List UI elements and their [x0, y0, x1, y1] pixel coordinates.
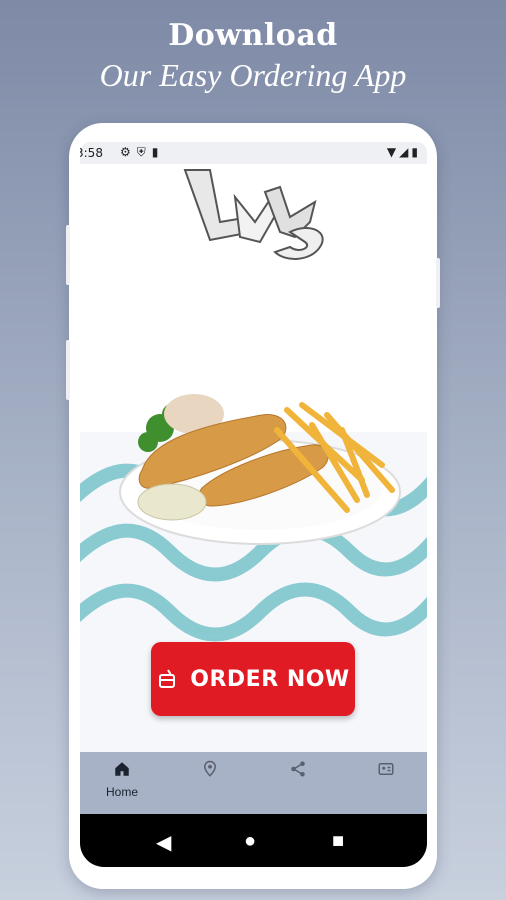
status-left-icons: ⚙⛨▮	[120, 145, 164, 160]
gear-icon: ⚙	[120, 145, 137, 159]
nav-item-home[interactable]: Home	[92, 760, 152, 799]
phone-side-button	[436, 258, 440, 308]
share-icon	[291, 761, 305, 777]
fish-and-chips-image	[119, 394, 401, 545]
phone-volume-button	[66, 340, 70, 400]
shield-icon: ⛨	[136, 145, 152, 159]
wifi-icon: ▼	[386, 145, 400, 159]
phone-screen: 3:58 ⚙⛨▮ ▼◢▮	[80, 142, 427, 867]
sd-card-icon: ▮	[151, 145, 165, 159]
bottom-navigation: Home	[80, 752, 427, 814]
signal-icon: ◢	[399, 145, 412, 159]
status-bar: 3:58 ⚙⛨▮ ▼◢▮	[80, 142, 427, 164]
contact-card-icon	[378, 763, 394, 775]
recents-icon[interactable]: ■	[332, 830, 344, 853]
status-right-icons: ▼◢▮	[387, 145, 421, 159]
back-icon[interactable]: ◀	[156, 830, 171, 855]
system-navigation-bar: ◀ ● ■	[80, 814, 427, 867]
nav-item-contact[interactable]	[356, 760, 416, 783]
location-icon	[203, 760, 217, 777]
phone-volume-button	[66, 225, 70, 285]
promo-title: Download	[168, 18, 338, 53]
promo-subtitle: Our Easy Ordering App	[99, 57, 407, 93]
status-time: 3:58	[80, 146, 103, 160]
nav-item-home-label: Home	[105, 785, 138, 799]
app-logo	[183, 169, 324, 260]
home-icon	[115, 762, 129, 776]
promo-header: Download Our Easy Ordering App	[0, 18, 506, 94]
nav-item-share[interactable]	[268, 760, 328, 783]
fast-food-icon	[159, 669, 176, 688]
home-circle-icon[interactable]: ●	[244, 830, 256, 853]
order-now-label: ORDER NOW	[190, 666, 350, 692]
battery-icon: ▮	[411, 145, 421, 159]
order-now-button[interactable]: ORDER NOW	[151, 642, 355, 716]
nav-item-location[interactable]	[180, 760, 240, 783]
